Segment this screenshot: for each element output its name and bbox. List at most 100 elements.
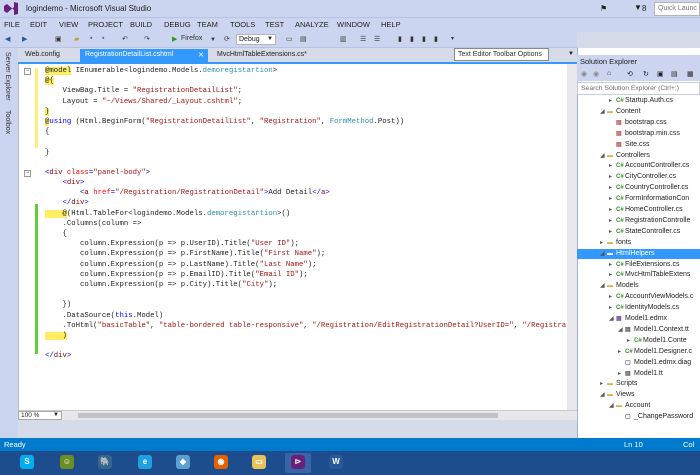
- code-line[interactable]: <div>: [45, 178, 584, 188]
- tree-item[interactable]: ▢ _ChangePassword: [577, 412, 700, 423]
- expand-arrow-icon[interactable]: ▸: [609, 194, 616, 205]
- expand-arrow-icon[interactable]: ▸: [609, 292, 616, 303]
- show-all-icon[interactable]: ▤: [671, 70, 678, 78]
- zoom-selector[interactable]: 100 % ▼: [18, 411, 62, 420]
- tree-item[interactable]: ▸ C#AccountViewModels.c: [577, 292, 700, 303]
- tab-registration-detail-list[interactable]: RegistrationDetailList.cshtml ✕: [80, 49, 208, 62]
- tree-item[interactable]: ▸ C#IdentityModels.cs: [577, 303, 700, 314]
- code-line[interactable]: @using (Html.BeginForm("RegistrationDeta…: [45, 117, 584, 127]
- code-line[interactable]: {: [45, 229, 584, 239]
- code-line[interactable]: column.Expression(p => p.FirstName).Titl…: [45, 249, 584, 259]
- desktop-icon[interactable]: ☺: [54, 453, 80, 473]
- notification-count[interactable]: 8: [642, 4, 646, 13]
- tree-item[interactable]: ◢ ▦ Model1.edmx: [577, 314, 700, 325]
- menu-debug[interactable]: DEBUG: [164, 20, 191, 29]
- tree-item[interactable]: ▸ C#AccountController.cs: [577, 161, 700, 172]
- expand-arrow-icon[interactable]: ▸: [609, 303, 616, 314]
- menu-window[interactable]: WINDOW: [337, 20, 370, 29]
- tree-item[interactable]: ◢ ▬ Account: [577, 401, 700, 412]
- code-line[interactable]: </div>: [45, 198, 584, 208]
- close-icon[interactable]: ✕: [198, 51, 204, 59]
- tree-item[interactable]: ◢ ▬ Controllers: [577, 151, 700, 162]
- bookmark-prev-icon[interactable]: ▮: [410, 35, 414, 43]
- editor-vertical-scrollbar[interactable]: [567, 64, 577, 410]
- expand-arrow-icon[interactable]: ▸: [609, 270, 616, 281]
- code-line[interactable]: @(Html.TableFor<logindemo.Models.demoreg…: [45, 209, 584, 219]
- expand-arrow-icon[interactable]: ▸: [600, 379, 607, 390]
- tree-item[interactable]: ▸ C#FileExtensions.cs: [577, 260, 700, 271]
- code-line[interactable]: [45, 341, 584, 351]
- tree-item[interactable]: ▢ Model1.edmx.diag: [577, 358, 700, 369]
- code-line[interactable]: </div>: [45, 351, 584, 361]
- forward-icon[interactable]: ◉: [593, 70, 599, 78]
- tree-item[interactable]: ▸ ▬ Scripts: [577, 379, 700, 390]
- expand-arrow-icon[interactable]: ▸: [609, 172, 616, 183]
- menu-edit[interactable]: EDIT: [30, 20, 47, 29]
- tree-item[interactable]: ▸ C#StateController.cs: [577, 227, 700, 238]
- browser-selector[interactable]: Firefox: [181, 35, 202, 42]
- fold-marker[interactable]: −: [24, 68, 31, 75]
- expand-arrow-icon[interactable]: ◢: [609, 401, 616, 412]
- scroll-thumb[interactable]: [78, 413, 498, 418]
- tree-item[interactable]: ▸ ▬ fonts: [577, 238, 700, 249]
- properties-icon[interactable]: ▦: [687, 70, 694, 78]
- bookmark-icon[interactable]: ▥: [340, 35, 347, 43]
- tree-item[interactable]: ▸ C#Model1.Conte: [577, 336, 700, 347]
- expand-arrow-icon[interactable]: ▸: [609, 183, 616, 194]
- tree-item[interactable]: ▸ C#Startup.Auth.cs: [577, 96, 700, 107]
- indent-icon[interactable]: ☰: [360, 35, 366, 43]
- tree-item[interactable]: ◢ ▬ Models: [577, 281, 700, 292]
- code-line[interactable]: @{: [45, 76, 584, 86]
- solution-explorer-search-input[interactable]: Search Solution Explorer (Ctrl+;): [577, 82, 700, 95]
- tree-item[interactable]: ▸ C#HomeController.cs: [577, 205, 700, 216]
- expand-arrow-icon[interactable]: ◢: [600, 249, 607, 260]
- tab-dropdown-icon[interactable]: ▼: [568, 51, 574, 57]
- code-line[interactable]: ): [45, 331, 584, 341]
- code-line[interactable]: <div class="panel-body">: [45, 168, 584, 178]
- expand-arrow-icon[interactable]: ◢: [618, 325, 625, 336]
- expand-arrow-icon[interactable]: ◢: [600, 151, 607, 162]
- undo-icon[interactable]: ↶: [122, 35, 128, 43]
- tree-item[interactable]: ▸ C#MvcHtmlTableExtens: [577, 270, 700, 281]
- code-line[interactable]: .Columns(column =>: [45, 219, 584, 229]
- menu-view[interactable]: VIEW: [59, 20, 78, 29]
- tree-item[interactable]: ▸ C#RegistrationControlle: [577, 216, 700, 227]
- new-project-icon[interactable]: ▣: [55, 35, 62, 43]
- code-line[interactable]: [45, 137, 584, 147]
- tab-mvc-html-table-extensions[interactable]: MvcHtmlTableExtensions.cs*: [212, 49, 342, 62]
- find-icon[interactable]: ▭: [286, 35, 293, 43]
- ie-icon[interactable]: e: [132, 453, 158, 473]
- code-line[interactable]: Layout = "~/Views/Shared/_Layout.cshtml"…: [45, 97, 584, 107]
- menu-team[interactable]: TEAM: [197, 20, 218, 29]
- menu-file[interactable]: FILE: [4, 20, 20, 29]
- code-line[interactable]: column.Expression(p => p.LastName).Title…: [45, 260, 584, 270]
- expand-arrow-icon[interactable]: ▸: [609, 161, 616, 172]
- explorer-icon[interactable]: ▭: [246, 453, 272, 473]
- flag-icon[interactable]: ▼: [634, 3, 642, 12]
- tree-item[interactable]: ▤ bootstrap.css: [577, 118, 700, 129]
- user-icon[interactable]: ⚑: [600, 4, 607, 13]
- comment-icon[interactable]: ▤: [300, 35, 307, 43]
- config-dropdown[interactable]: Debug ▼: [236, 34, 276, 45]
- forward-icon[interactable]: ▶: [22, 35, 27, 43]
- vs-icon[interactable]: ⊳: [285, 453, 311, 473]
- fold-marker[interactable]: −: [24, 170, 31, 177]
- skype-icon[interactable]: S: [14, 453, 40, 473]
- expand-arrow-icon[interactable]: ▸: [618, 347, 625, 358]
- toolbox-tab[interactable]: Toolbox: [4, 110, 11, 134]
- menu-tools[interactable]: TOOLS: [230, 20, 255, 29]
- quick-launch-input[interactable]: Quick Launc: [654, 2, 700, 16]
- code-line[interactable]: column.Expression(p => p.UserID).Title("…: [45, 239, 584, 249]
- expand-arrow-icon[interactable]: ▸: [618, 369, 625, 380]
- tree-item[interactable]: ◢ ▬ Content: [577, 107, 700, 118]
- code-line[interactable]: .ToHtml("basicTable", "table-bordered ta…: [45, 321, 584, 331]
- menu-project[interactable]: PROJECT: [88, 20, 123, 29]
- code-line[interactable]: @model IEnumerable<logindemo.Models.demo…: [45, 66, 584, 76]
- expand-arrow-icon[interactable]: ◢: [600, 107, 607, 118]
- sync-icon[interactable]: ⟲: [627, 70, 633, 78]
- refresh-icon[interactable]: ↻: [643, 70, 649, 78]
- redo-icon[interactable]: ↷: [144, 35, 150, 43]
- tab-web-config[interactable]: Web.config: [20, 49, 75, 62]
- tree-item[interactable]: ◢ ▬ Views: [577, 390, 700, 401]
- app-icon[interactable]: ◆: [170, 453, 196, 473]
